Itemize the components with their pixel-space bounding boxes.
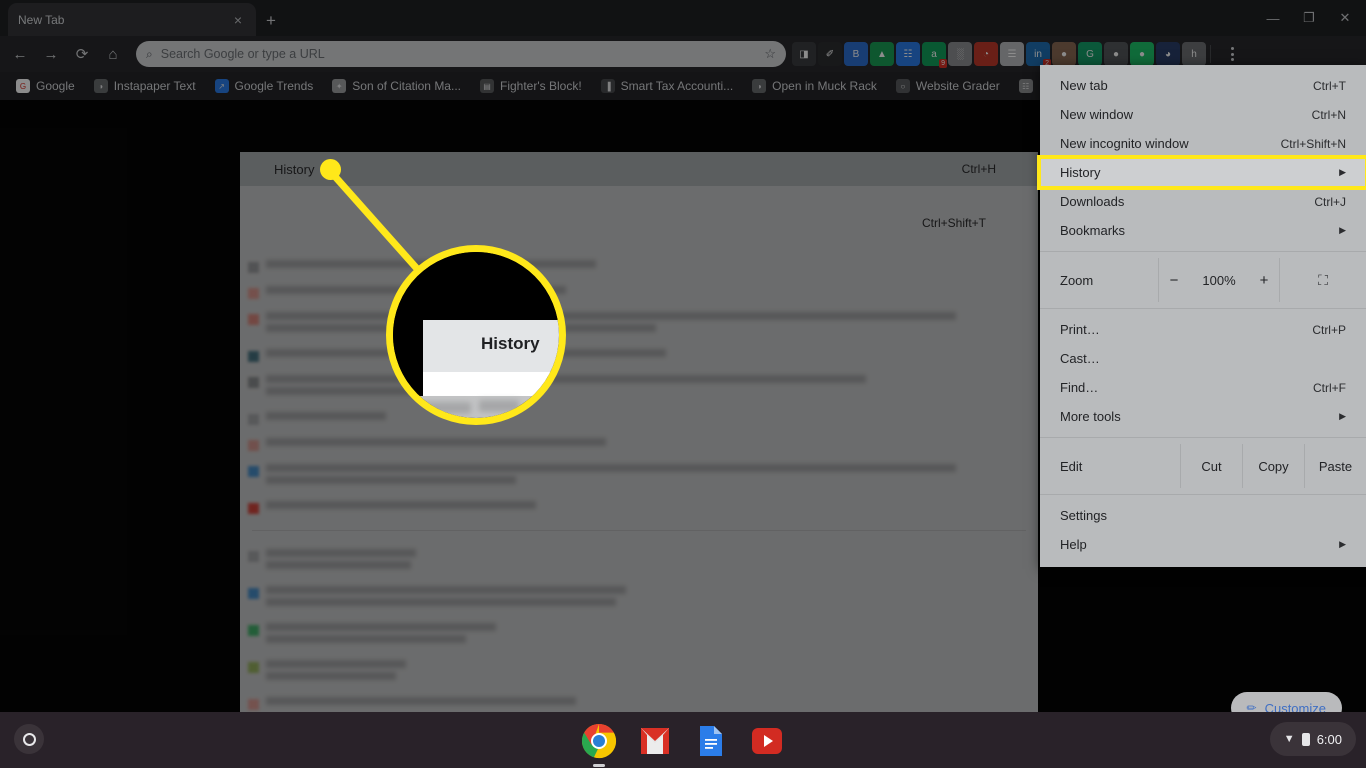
chromeos-screen: New Tab × + — ❐ ✕ ← → ⟳ ⌂ ⌕ Search Googl… xyxy=(0,0,1366,768)
magnifier-callout: History xyxy=(386,245,566,425)
magnified-history-label: History xyxy=(481,334,540,353)
callout-dot xyxy=(320,159,341,180)
magnified-menu-item: History xyxy=(423,320,559,372)
callout-line xyxy=(328,169,479,338)
